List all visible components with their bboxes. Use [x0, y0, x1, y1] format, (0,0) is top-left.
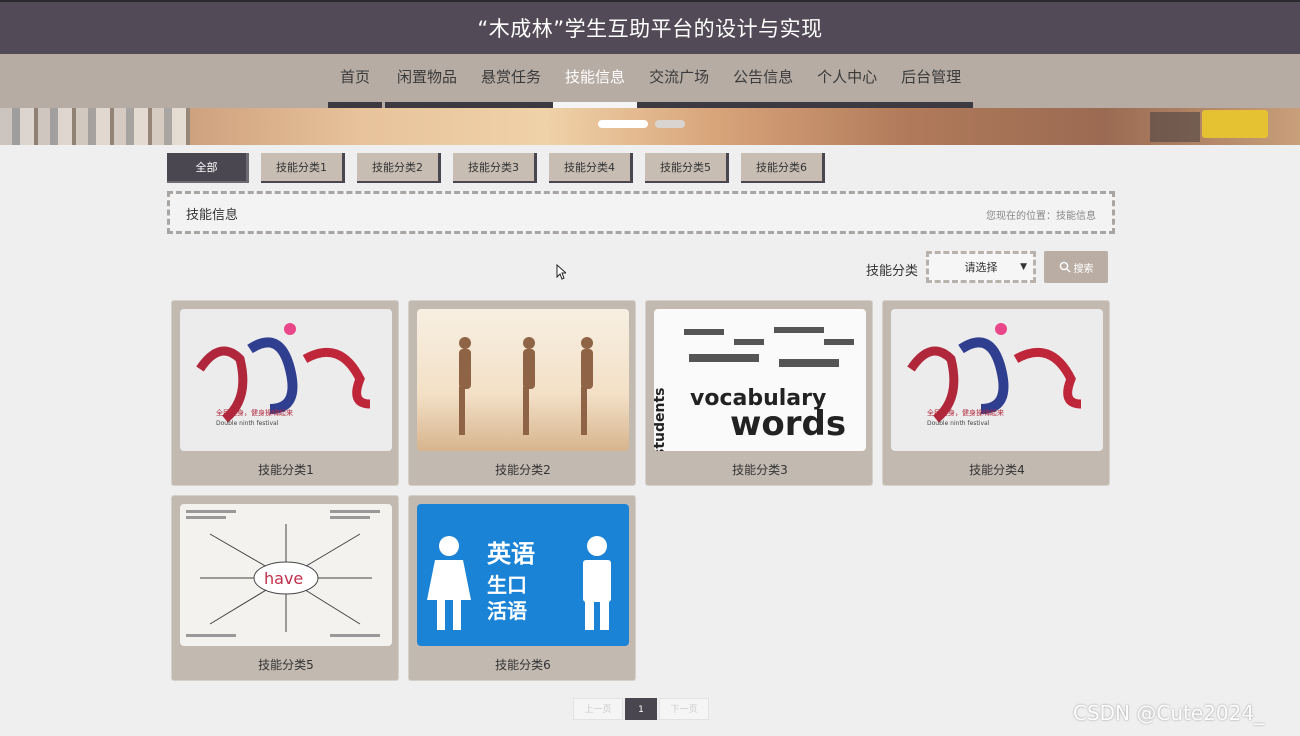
tab-skill-category-4[interactable]: 技能分类4 [549, 153, 633, 183]
search-button-label: 搜索 [1073, 263, 1094, 275]
chevron-down-icon: ▼ [1020, 262, 1027, 272]
card-title: 技能分类2 [495, 463, 551, 477]
tab-skill-category-1[interactable]: 技能分类1 [261, 153, 345, 183]
page-number-current[interactable]: 1 [625, 698, 657, 720]
site-header: “木成林”学生互助平台的设计与实现 [0, 0, 1300, 54]
card-title: 技能分类5 [258, 658, 314, 672]
category-tabs: 全部 技能分类1 技能分类2 技能分类3 技能分类4 技能分类5 技能分类6 [167, 153, 825, 183]
nav-item-bounty-tasks[interactable]: 悬赏任务 [469, 54, 554, 108]
watermark: CSDN @Cute2024_ [1073, 701, 1265, 725]
card-title: 技能分类6 [495, 658, 551, 672]
nav-item-personal-center[interactable]: 个人中心 [805, 54, 890, 108]
card-title: 技能分类1 [258, 463, 314, 477]
skill-card[interactable]: 英语 生口 活语 技能分类6 [408, 495, 636, 681]
tab-skill-category-3[interactable]: 技能分类3 [453, 153, 537, 183]
nav-item-skill-info[interactable]: 技能信息 [553, 54, 638, 108]
prev-page-button[interactable]: 上一页 [573, 698, 623, 720]
card-image-mind-map: have [180, 504, 392, 646]
fitness-english: Double ninth festival [216, 420, 279, 427]
nav-item-admin[interactable]: 后台管理 [889, 54, 974, 108]
next-page-button[interactable]: 下一页 [659, 698, 709, 720]
english-sign-line1: 生口 [487, 573, 527, 597]
skill-card[interactable]: 全民健身，健身操嗨起来 Double ninth festival 技能分类1 [171, 300, 399, 486]
current-location: 您现在的位置：技能信息 [986, 211, 1096, 222]
tab-skill-category-6[interactable]: 技能分类6 [741, 153, 825, 183]
pagination: 上一页 1 下一页 [573, 698, 709, 720]
search-icon [1059, 261, 1070, 273]
nav-item-idle-goods[interactable]: 闲置物品 [385, 54, 470, 108]
search-button[interactable]: 搜索 [1044, 251, 1108, 283]
fitness-subtitle: 全民健身，健身操嗨起来 [216, 408, 293, 417]
skill-card[interactable]: 全民健身，健身操嗨起来 Double ninth festival 技能分类4 [882, 300, 1110, 486]
skill-card[interactable]: students vocabulary words 技能分类3 [645, 300, 873, 486]
tab-all[interactable]: 全部 [167, 153, 249, 183]
card-image-word-cloud: students vocabulary words [654, 309, 866, 451]
section-title: 技能信息 [186, 208, 239, 223]
card-image-fitness: 全民健身，健身操嗨起来 Double ninth festival [180, 309, 392, 451]
breadcrumb: 技能信息 您现在的位置：技能信息 [167, 191, 1115, 234]
category-filter-label: 技能分类 [866, 264, 919, 279]
card-title: 技能分类3 [732, 463, 788, 477]
tab-skill-category-5[interactable]: 技能分类5 [645, 153, 729, 183]
site-title: “木成林”学生互助平台的设计与实现 [477, 17, 823, 41]
skill-card[interactable]: 技能分类2 [408, 300, 636, 486]
category-select[interactable]: 请选择 ▼ [926, 251, 1036, 283]
category-select-value: 请选择 [964, 261, 998, 274]
card-image-english: 英语 生口 活语 [417, 504, 629, 646]
main-nav: 首页 闲置物品 悬赏任务 技能信息 交流广场 公告信息 个人中心 后台管理 [0, 54, 1300, 108]
nav-item-forum[interactable]: 交流广场 [637, 54, 722, 108]
banner-image [0, 108, 1300, 145]
tab-skill-category-2[interactable]: 技能分类2 [357, 153, 441, 183]
fitness-subtitle: 全民健身，健身操嗨起来 [927, 408, 1004, 417]
card-image-fitness: 全民健身，健身操嗨起来 Double ninth festival [891, 309, 1103, 451]
card-image-yoga [417, 309, 629, 451]
fitness-english: Double ninth festival [927, 420, 990, 427]
skill-card[interactable]: have 技能分类5 [171, 495, 399, 681]
word-cloud-big: words [730, 404, 846, 444]
card-title: 技能分类4 [969, 463, 1025, 477]
nav-item-home[interactable]: 首页 [328, 54, 383, 108]
english-sign-top: 英语 [487, 540, 535, 568]
word-cloud-side: students [654, 387, 668, 451]
mind-map-center: have [264, 569, 303, 588]
nav-item-announcements[interactable]: 公告信息 [721, 54, 806, 108]
english-sign-line2: 活语 [487, 599, 527, 623]
mouse-cursor-icon [556, 264, 566, 280]
